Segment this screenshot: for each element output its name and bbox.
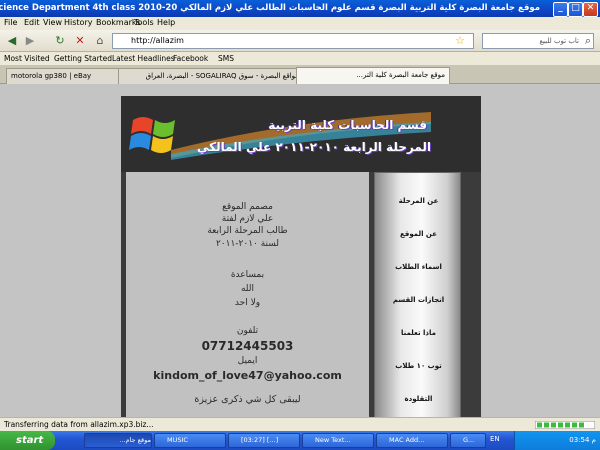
home-icon[interactable]: ⌂	[92, 33, 108, 49]
reload-icon[interactable]: ↻	[52, 33, 68, 49]
maximize-button[interactable]: □	[568, 2, 583, 17]
clock: 03:54 م	[569, 436, 596, 444]
bookmark-most-visited[interactable]: Most Visited	[4, 54, 50, 63]
tab-active-site[interactable]: موقع جامعة البصرة كلية التر...	[296, 67, 450, 85]
menu-help[interactable]: Help	[157, 18, 175, 27]
phone-label: تلفون	[236, 326, 259, 336]
site-banner: قسم الحاسبات كلية التربية المرحلة الرابع…	[121, 96, 481, 172]
sidebar-item-achievements[interactable]: انجازات القسم	[375, 296, 462, 304]
help-god: الله	[240, 284, 255, 294]
help-none: ولا احد	[234, 298, 261, 308]
bookmark-getting-started[interactable]: Getting Started	[54, 54, 112, 63]
taskbar: start موقع جام... MUSIC [03:27] [...] Ne…	[0, 431, 600, 450]
back-icon[interactable]: ◀	[4, 33, 20, 49]
title-bar: موقع جامعة البصرة كلية التربية البصرة قس…	[0, 0, 600, 17]
menu-history[interactable]: History	[64, 18, 92, 27]
banner-subtitle: المرحلة الرابعة ٢٠١٠-٢٠١١ علي المالكي	[196, 140, 431, 154]
search-icon[interactable]: ⌕	[580, 33, 596, 49]
status-bar: Transferring data from allazim.xp3.biz..…	[0, 417, 600, 431]
menu-tools[interactable]: Tools	[134, 18, 154, 27]
help-label: بمساعدة	[230, 270, 265, 280]
system-tray: 03:54 م	[514, 431, 600, 450]
task-mac[interactable]: MAC Add...	[376, 433, 448, 448]
email-address[interactable]: kindom_of_love47@yahoo.com	[126, 369, 369, 382]
task-browser[interactable]: موقع جام...	[84, 433, 152, 448]
start-button[interactable]: start	[0, 431, 55, 450]
sidebar-item-learned[interactable]: ماذا تعلمنا	[375, 329, 462, 337]
designer-name: علي لازم لفتة	[221, 214, 274, 224]
sidebar-item-about-site[interactable]: عن الموقع	[375, 230, 462, 238]
bookmark-star-icon[interactable]: ☆	[452, 33, 468, 49]
search-input[interactable]: تاب توب للبيع	[482, 33, 594, 49]
status-text: Transferring data from allazim.xp3.biz..…	[4, 420, 154, 429]
designer-label: مصمم الموقع	[222, 202, 273, 212]
task-music[interactable]: MUSIC	[154, 433, 226, 448]
site-container: قسم الحاسبات كلية التربية المرحلة الرابع…	[121, 96, 481, 417]
site-sidebar: عن المرحلة عن الموقع اسماء الطلاب انجازا…	[374, 172, 461, 417]
bookmark-sms[interactable]: SMS	[218, 54, 234, 63]
main-panel: مصمم الموقع علي لازم لفتة طالب المرحلة ا…	[126, 172, 369, 417]
sidebar-item-about-stage[interactable]: عن المرحلة	[375, 197, 462, 205]
sidebar-item-top10[interactable]: توب ١٠ طلاب	[375, 362, 462, 370]
memory-line: ليبقى كل شي ذكرى عزيزة	[194, 394, 301, 405]
close-button[interactable]: ✕	[583, 2, 598, 17]
menu-view[interactable]: View	[43, 18, 62, 27]
window-title: موقع جامعة البصرة كلية التربية البصرة قس…	[0, 3, 540, 13]
page-content: قسم الحاسبات كلية التربية المرحلة الرابع…	[0, 84, 600, 417]
phone-number: 07712445503	[201, 339, 294, 353]
sidebar-item-misc[interactable]: التقلودة	[375, 395, 462, 403]
sidebar-item-students[interactable]: اسماء الطلاب	[375, 263, 462, 271]
tab-ebay[interactable]: motorola gp380 | eBay	[6, 68, 126, 85]
task-notepad[interactable]: New Text...	[302, 433, 374, 448]
task-player[interactable]: [03:27] [...]	[228, 433, 300, 448]
bookmarks-toolbar: Most Visited Getting Started Latest Head…	[0, 52, 600, 66]
bookmark-latest-headlines[interactable]: Latest Headlines	[112, 54, 175, 63]
task-g[interactable]: G...	[450, 433, 486, 448]
menu-edit[interactable]: Edit	[24, 18, 40, 27]
email-label: ايميل	[237, 356, 258, 366]
menu-bar: File Edit View History Bookmarks Tools H…	[0, 17, 600, 30]
designer-year: لسنة ٢٠١٠-٢٠١١	[215, 239, 280, 249]
designer-stage: طالب المرحلة الرابعة	[207, 226, 288, 236]
stop-icon[interactable]: ✕	[72, 33, 88, 49]
bookmark-facebook[interactable]: Facebook	[173, 54, 208, 63]
menu-file[interactable]: File	[4, 18, 17, 27]
banner-title: قسم الحاسبات كلية التربية	[268, 118, 427, 132]
minimize-button[interactable]: _	[553, 2, 568, 17]
progress-meter	[535, 421, 595, 429]
tab-sogaliraq[interactable]: مواقع البصرة - سوق SOGALIRAQ - البصرة، ا…	[118, 68, 304, 85]
tab-bar: motorola gp380 | eBay مواقع البصرة - سوق…	[0, 66, 600, 85]
language-indicator[interactable]: EN	[490, 435, 500, 443]
address-bar[interactable]: http://allazim	[112, 33, 474, 49]
navigation-toolbar: ◀ ▶ ↻ ✕ ⌂ http://allazim ☆ تاب توب للبيع…	[0, 30, 600, 52]
forward-icon[interactable]: ▶	[22, 33, 38, 49]
